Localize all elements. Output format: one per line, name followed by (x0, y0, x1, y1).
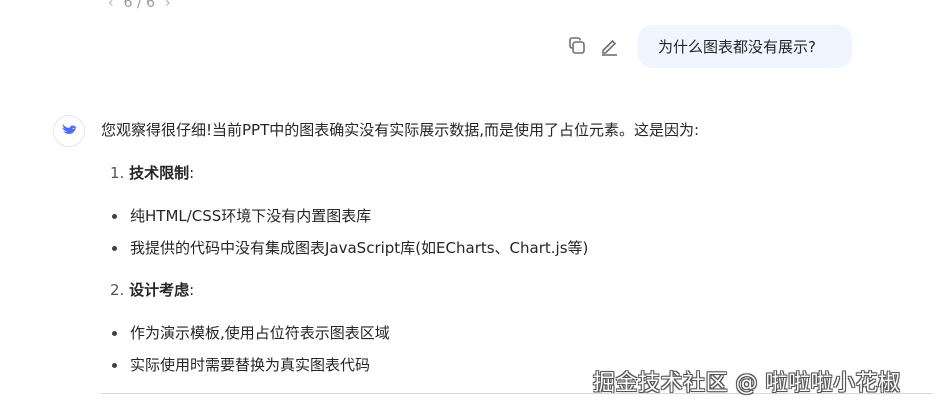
section-number: 2. (110, 281, 125, 299)
list-item: 实际使用时需要替换为真实图表代码 (110, 353, 370, 377)
section-colon: : (189, 164, 195, 182)
list-item-text: 作为演示模板,使用占位符表示图表区域 (130, 324, 390, 342)
section-number: 1. (110, 164, 125, 182)
chevron-right-icon[interactable]: › (165, 0, 171, 11)
list-item: 作为演示模板,使用占位符表示图表区域 (110, 321, 390, 345)
watermark: 掘金技术社区 @ 啦啦啦小花椒 (593, 371, 901, 396)
pager-count: 6 / 6 (123, 0, 156, 11)
answer-intro: 您观察得很仔细!当前PPT中的图表确实没有实际展示数据,而是使用了占位元素。这是… (101, 121, 700, 139)
list-item: 纯HTML/CSS环境下没有内置图表库 (110, 204, 371, 228)
section-title: 设计考虑 (129, 281, 190, 299)
assistant-avatar (53, 115, 85, 147)
list-item-text: 实际使用时需要替换为真实图表代码 (130, 356, 371, 374)
deepseek-whale-icon (62, 123, 78, 134)
bullet-dot (112, 362, 117, 368)
user-message-bubble: 为什么图表都没有展示? (638, 25, 852, 68)
section-heading: 2. 设计考虑: (110, 278, 194, 302)
section-colon: : (189, 281, 195, 299)
user-message-text: 为什么图表都没有展示? (658, 38, 816, 56)
bullet-dot (112, 213, 117, 219)
edit-icon[interactable] (598, 35, 620, 57)
response-pager: ‹ 6 / 6 › (108, 0, 171, 12)
assistant-answer: 您观察得很仔细!当前PPT中的图表确实没有实际展示数据,而是使用了占位元素。这是… (101, 118, 901, 142)
bullet-dot (112, 245, 117, 251)
copy-icon[interactable] (566, 35, 588, 57)
list-item-text: 纯HTML/CSS环境下没有内置图表库 (130, 207, 372, 225)
section-heading: 1. 技术限制: (110, 161, 194, 185)
message-actions (566, 35, 620, 57)
list-item-text: 我提供的代码中没有集成图表JavaScript库(如ECharts、Chart.… (130, 239, 589, 257)
chevron-left-icon[interactable]: ‹ (108, 0, 114, 11)
bullet-dot (112, 330, 117, 336)
section-title: 技术限制 (129, 164, 190, 182)
list-item: 我提供的代码中没有集成图表JavaScript库(如ECharts、Chart.… (110, 236, 588, 260)
